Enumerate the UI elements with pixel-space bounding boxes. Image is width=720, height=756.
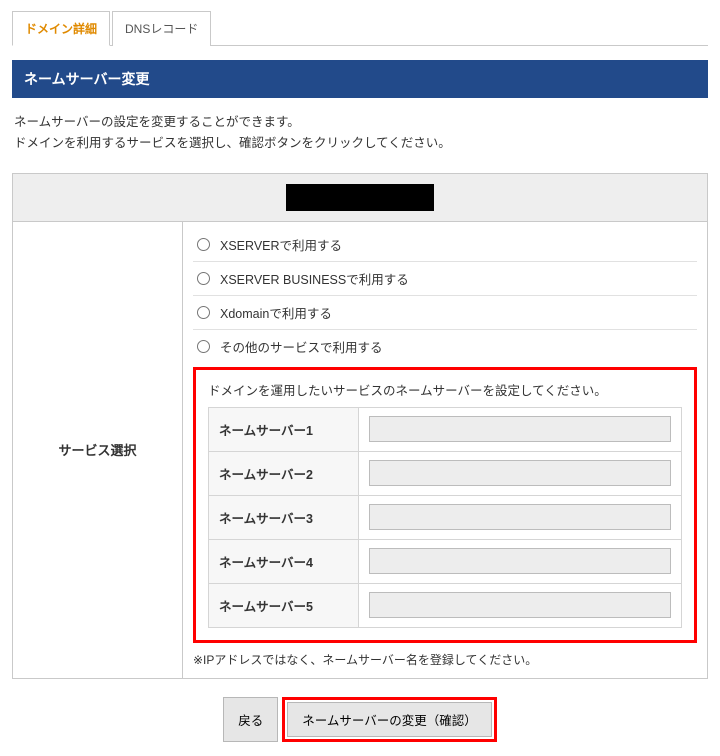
option-other[interactable]: その他のサービスで利用する (193, 330, 697, 363)
option-xserver-business-label: XSERVER BUSINESSで利用する (220, 269, 409, 288)
nameserver-row-4: ネームサーバー4 (209, 540, 681, 584)
nameserver-row-5: ネームサーバー5 (209, 584, 681, 627)
section-title: ネームサーバー変更 (12, 60, 708, 98)
nameserver-2-input[interactable] (369, 460, 671, 486)
nameserver-3-label: ネームサーバー3 (209, 496, 359, 539)
option-xdomain-label: Xdomainで利用する (220, 303, 332, 322)
radio-xdomain[interactable] (197, 306, 210, 319)
intro-text: ネームサーバーの設定を変更することができます。 ドメインを利用するサービスを選択… (14, 112, 706, 155)
confirm-nameserver-button[interactable]: ネームサーバーの変更（確認） (287, 702, 492, 737)
domain-header (13, 174, 707, 222)
nameserver-custom-box: ドメインを運用したいサービスのネームサーバーを設定してください。 ネームサーバー… (193, 367, 697, 643)
nameserver-fields: ネームサーバー1 ネームサーバー2 ネームサーバー3 ネームサーバー4 (208, 407, 682, 628)
tabs: ドメイン詳細 DNSレコード (12, 10, 708, 46)
ip-note: ※IPアドレスではなく、ネームサーバー名を登録してください。 (193, 651, 697, 668)
domain-name-masked (286, 184, 434, 211)
back-button[interactable]: 戻る (223, 697, 278, 742)
option-xserver[interactable]: XSERVERで利用する (193, 228, 697, 262)
nameserver-row-1: ネームサーバー1 (209, 408, 681, 452)
confirm-highlight: ネームサーバーの変更（確認） (282, 697, 497, 742)
nameserver-1-label: ネームサーバー1 (209, 408, 359, 451)
radio-other[interactable] (197, 340, 210, 353)
nameserver-4-label: ネームサーバー4 (209, 540, 359, 583)
nameserver-5-input[interactable] (369, 592, 671, 618)
nameserver-row-3: ネームサーバー3 (209, 496, 681, 540)
nameserver-1-input[interactable] (369, 416, 671, 442)
panel-body: サービス選択 XSERVERで利用する XSERVER BUSINESSで利用す… (13, 222, 707, 678)
option-other-label: その他のサービスで利用する (220, 337, 383, 356)
intro-line-2: ドメインを利用するサービスを選択し、確認ボタンをクリックしてください。 (14, 133, 706, 154)
settings-panel: サービス選択 XSERVERで利用する XSERVER BUSINESSで利用す… (12, 173, 708, 679)
nameserver-2-label: ネームサーバー2 (209, 452, 359, 495)
nameserver-row-2: ネームサーバー2 (209, 452, 681, 496)
service-select-label: サービス選択 (13, 222, 183, 678)
tab-domain-detail[interactable]: ドメイン詳細 (12, 11, 110, 46)
intro-line-1: ネームサーバーの設定を変更することができます。 (14, 112, 706, 133)
radio-xserver[interactable] (197, 238, 210, 251)
radio-xserver-business[interactable] (197, 272, 210, 285)
option-xserver-business[interactable]: XSERVER BUSINESSで利用する (193, 262, 697, 296)
options-column: XSERVERで利用する XSERVER BUSINESSで利用する Xdoma… (183, 222, 707, 678)
nameserver-box-heading: ドメインを運用したいサービスのネームサーバーを設定してください。 (208, 380, 682, 399)
option-xdomain[interactable]: Xdomainで利用する (193, 296, 697, 330)
nameserver-5-label: ネームサーバー5 (209, 584, 359, 627)
buttons-row: 戻る ネームサーバーの変更（確認） (12, 679, 708, 746)
tab-dns-records[interactable]: DNSレコード (112, 11, 211, 46)
option-xserver-label: XSERVERで利用する (220, 235, 342, 254)
nameserver-4-input[interactable] (369, 548, 671, 574)
nameserver-3-input[interactable] (369, 504, 671, 530)
